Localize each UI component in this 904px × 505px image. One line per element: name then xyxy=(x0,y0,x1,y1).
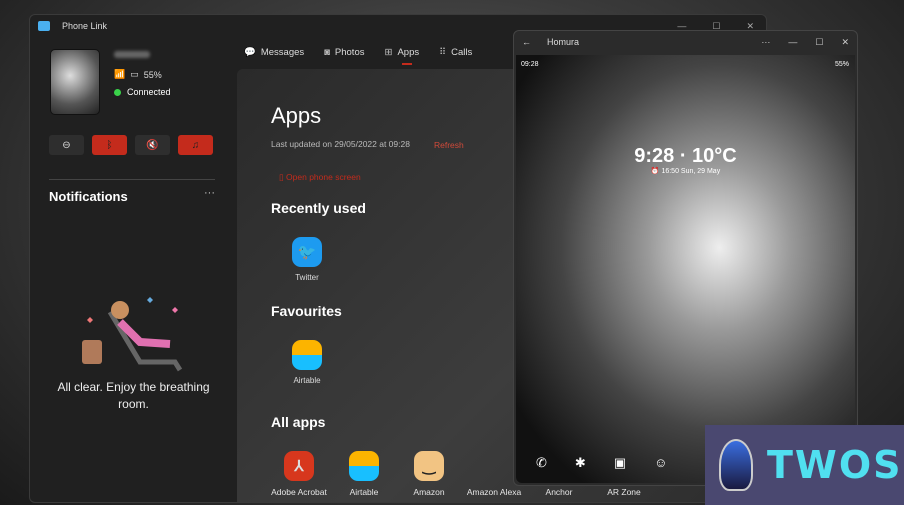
tab-messages[interactable]: 💬 Messages xyxy=(244,47,304,58)
maximize-button[interactable]: ☐ xyxy=(815,37,823,48)
phone-name-blurred xyxy=(114,51,150,58)
airtable-icon xyxy=(349,451,379,481)
app-anchor[interactable]: Anchor xyxy=(529,487,589,497)
phone-icon[interactable]: ✆ xyxy=(536,455,547,471)
apps-icon: ⊞ xyxy=(384,47,393,58)
phone-link-logo-icon xyxy=(38,21,50,31)
relaxing-person-illustration xyxy=(82,297,183,372)
connected-dot-icon xyxy=(114,88,121,96)
refresh-link[interactable]: Refresh xyxy=(434,140,464,150)
slack-icon[interactable]: ✱ xyxy=(575,455,586,471)
watermark-text: TWOS xyxy=(767,443,903,487)
app-adobe-acrobat[interactable]: ⅄ Adobe Acrobat xyxy=(269,451,329,497)
notifications-more-button[interactable]: ··· xyxy=(204,187,215,199)
outlook-icon[interactable]: ▣ xyxy=(614,455,626,471)
recently-used-title: Recently used xyxy=(271,200,366,216)
phone-window-title-bar: ← Homura ··· — ☐ ✕ xyxy=(514,31,857,53)
divider xyxy=(49,179,215,180)
phone-wallpaper-thumbnail xyxy=(50,49,100,115)
page-title: Apps xyxy=(271,103,322,128)
close-button[interactable]: ✕ xyxy=(841,37,849,48)
messages-icon: 💬 xyxy=(244,47,256,58)
app-ar-zone[interactable]: AR Zone xyxy=(594,487,654,497)
back-button[interactable]: ← xyxy=(522,37,531,47)
adobe-acrobat-icon: ⅄ xyxy=(284,451,314,481)
tab-calls[interactable]: ⠿ Calls xyxy=(439,47,472,58)
airtable-icon xyxy=(292,340,322,370)
notifications-empty-message: All clear. Enjoy the breathing room. xyxy=(57,380,210,411)
lightbulb-logo-icon xyxy=(719,439,753,491)
twos-watermark: TWOS xyxy=(705,425,904,505)
open-phone-screen-link[interactable]: ▯ Open phone screen xyxy=(279,172,361,183)
left-pane: 📶 ▭ 55% Connected ⊖ ᛒ 🔇 ♫ Notifications ··… xyxy=(30,37,237,502)
battery-icon: ▭ xyxy=(130,69,139,79)
phone-open-icon: ▯ xyxy=(279,172,287,182)
battery-level: 55% xyxy=(143,69,162,80)
tab-apps[interactable]: ⊞ Apps xyxy=(384,47,419,65)
amazon-icon: ‿ xyxy=(414,451,444,481)
phone-window-title: Homura xyxy=(547,37,580,47)
bluetooth-button[interactable]: ᛒ xyxy=(92,135,127,155)
phone-status-bar: 09:28 55% xyxy=(521,61,849,68)
app-airtable-favourite[interactable]: Airtable xyxy=(277,340,337,385)
twitter-icon: 🐦 xyxy=(292,237,322,267)
tab-photos[interactable]: ◙ Photos xyxy=(324,47,364,58)
calls-icon: ⠿ xyxy=(439,47,447,58)
discord-icon[interactable]: ☺ xyxy=(654,455,667,471)
mute-button[interactable]: 🔇 xyxy=(135,135,170,155)
app-amazon[interactable]: ‿ Amazon xyxy=(399,451,459,497)
phone-status: 📶 ▭ 55% xyxy=(114,69,162,80)
phone-mirror-screen[interactable]: 09:28 55% 9:28 · 10°C ⏰ 16:50 Sun, 29 May… xyxy=(516,55,855,483)
connection-status: Connected xyxy=(114,87,171,97)
minimize-button[interactable]: — xyxy=(788,37,797,48)
all-apps-title: All apps xyxy=(271,414,326,430)
window-title: Phone Link xyxy=(62,21,108,31)
audio-player-button[interactable]: ♫ xyxy=(178,135,213,155)
last-updated: Last updated on 29/05/2022 at 09:28 xyxy=(271,139,410,149)
alarm-date: ⏰ 16:50 Sun, 29 May xyxy=(650,168,721,175)
app-amazon-alexa[interactable]: Amazon Alexa xyxy=(464,487,524,497)
favourites-title: Favourites xyxy=(271,303,342,319)
quick-actions: ⊖ ᛒ 🔇 ♫ xyxy=(49,135,213,155)
connection-label: Connected xyxy=(127,87,171,97)
photos-icon: ◙ xyxy=(324,47,330,58)
notifications-title: Notifications xyxy=(49,189,128,204)
lockscreen-clock: 9:28 · 10°C xyxy=(634,145,737,167)
main-tabs: 💬 Messages ◙ Photos ⊞ Apps ⠿ Calls xyxy=(244,47,472,65)
wifi-icon: 📶 xyxy=(114,69,126,79)
phone-screen-window: ← Homura ··· — ☐ ✕ 09:28 55% 9:28 · 10°C ⏰ 1… xyxy=(513,30,858,486)
app-airtable[interactable]: Airtable xyxy=(334,451,394,497)
do-not-disturb-button[interactable]: ⊖ xyxy=(49,135,84,155)
more-options-button[interactable]: ··· xyxy=(761,37,770,48)
app-twitter[interactable]: 🐦 Twitter xyxy=(277,237,337,282)
